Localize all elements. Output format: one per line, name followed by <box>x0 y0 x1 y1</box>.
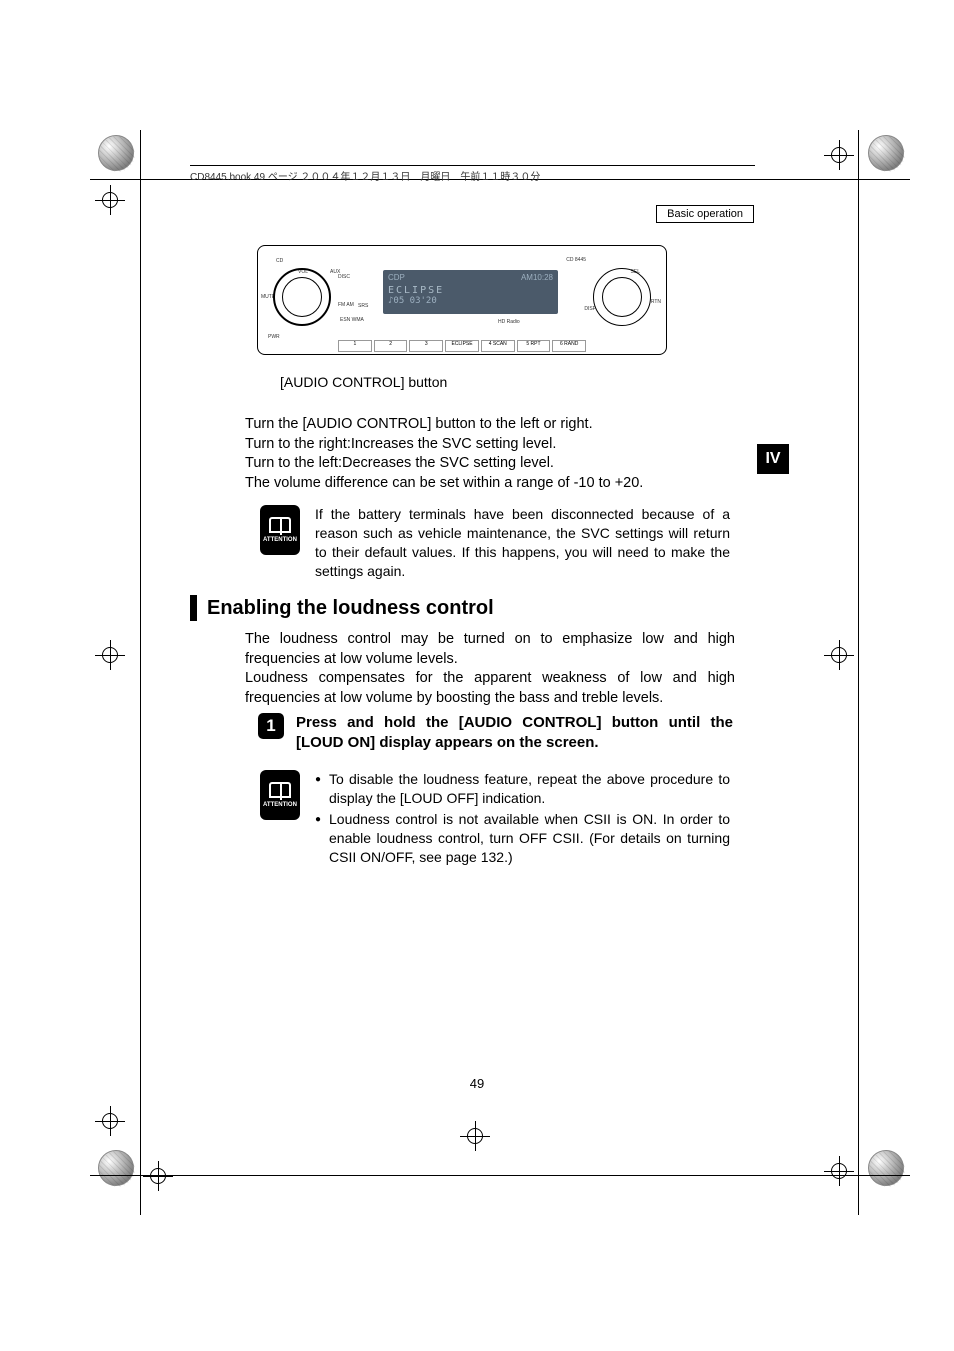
svc-line-2: Turn to the right:Increases the SVC sett… <box>245 435 735 455</box>
section-title: Enabling the loudness control <box>207 597 494 620</box>
crosshair-icon <box>143 1161 173 1191</box>
faceplate-model-label: CD 8445 <box>566 257 586 263</box>
page-number: 49 <box>470 1076 484 1091</box>
attention-label: ATTENTION <box>263 802 297 808</box>
registration-sphere-br <box>868 1150 904 1186</box>
faceplate-disc-label: DISC <box>338 274 350 280</box>
crosshair-icon <box>824 140 854 170</box>
crop-hline-bottom <box>90 1175 910 1176</box>
preset-2: 2 <box>374 340 408 352</box>
attention-bullet-1: To disable the loudness feature, repeat … <box>315 770 730 808</box>
section-heading: Enabling the loudness control <box>190 595 494 621</box>
loudness-p2: Loudness compensates for the apparent we… <box>245 669 735 708</box>
faceplate-rtn-label: RTN <box>651 299 661 305</box>
preset-eclipse: ECLIPSE <box>445 340 479 352</box>
svc-line-1: Turn the [AUDIO CONTROL] button to the l… <box>245 415 735 435</box>
faceplate-pwr-label: PWR <box>268 334 280 340</box>
faceplate-esn-label: ESN WMA <box>340 317 364 323</box>
display-screen: CDP AM10:28 ECLIPSE ♪05 03'20 <box>383 270 558 314</box>
crosshair-icon <box>95 1106 125 1136</box>
faceplate-cd-label: CD <box>276 258 283 264</box>
step-1-block: 1 Press and hold the [AUDIO CONTROL] but… <box>258 713 733 754</box>
crosshair-icon <box>824 1156 854 1186</box>
preset-1: 1 <box>338 340 372 352</box>
svc-line-3: Turn to the left:Decreases the SVC setti… <box>245 454 735 474</box>
section-bar-icon <box>190 595 197 621</box>
attention-label: ATTENTION <box>263 537 297 543</box>
attention-icon: ATTENTION <box>260 770 300 820</box>
faceplate-illustration: CD VOL MUTE PWR AUX DISC FM AM CD 8445 S… <box>257 245 667 355</box>
crop-vline-right <box>858 130 859 1215</box>
chapter-label: Basic operation <box>656 205 754 223</box>
crosshair-icon <box>824 640 854 670</box>
audio-control-knob-icon <box>593 268 651 326</box>
crop-vline-left <box>140 130 141 1215</box>
volume-knob-icon <box>273 268 331 326</box>
step-1-text: Press and hold the [AUDIO CONTROL] butto… <box>296 713 733 754</box>
crosshair-icon <box>95 185 125 215</box>
attention-bullet-2: Loudness control is not available when C… <box>315 810 730 867</box>
display-cdp: CDP <box>388 273 405 282</box>
attention-block-2: ATTENTION To disable the loudness featur… <box>260 770 730 868</box>
registration-sphere-bl <box>98 1150 134 1186</box>
loudness-p1: The loudness control may be turned on to… <box>245 630 735 669</box>
section-tab: IV <box>757 444 789 474</box>
display-brand: ECLIPSE <box>383 285 558 296</box>
registration-sphere-tl <box>98 135 134 171</box>
svc-instructions: Turn the [AUDIO CONTROL] button to the l… <box>245 415 735 493</box>
display-track: ♪05 03'20 <box>383 296 558 306</box>
preset-3: 3 <box>409 340 443 352</box>
figure-caption: [AUDIO CONTROL] button <box>280 374 447 390</box>
attention-block-1: ATTENTION If the battery terminals have … <box>260 505 730 581</box>
svc-line-4: The volume difference can be set within … <box>245 474 735 494</box>
loudness-description: The loudness control may be turned on to… <box>245 630 735 708</box>
attention-text-1: If the battery terminals have been disco… <box>315 505 730 581</box>
attention-bullet-list: To disable the loudness feature, repeat … <box>315 770 730 866</box>
crosshair-icon <box>460 1121 490 1151</box>
page-info-text: CD8445.book 49 ページ ２００４年１２月１３日 月曜日 午前１１時… <box>190 168 540 183</box>
preset-4: 4 SCAN <box>481 340 515 352</box>
registration-sphere-tr <box>868 135 904 171</box>
attention-icon: ATTENTION <box>260 505 300 555</box>
display-time: AM10:28 <box>521 273 553 282</box>
crosshair-icon <box>95 640 125 670</box>
step-number-badge: 1 <box>258 713 284 739</box>
faceplate-srs-label: SRS <box>358 303 368 309</box>
preset-5: 5 RPT <box>517 340 551 352</box>
preset-6: 6 RAND <box>552 340 586 352</box>
faceplate-fmam-label: FM AM <box>338 302 354 308</box>
preset-button-row: 1 2 3 ECLIPSE 4 SCAN 5 RPT 6 RAND <box>338 340 586 352</box>
faceplate-hd-label: HD Radio <box>498 319 520 325</box>
